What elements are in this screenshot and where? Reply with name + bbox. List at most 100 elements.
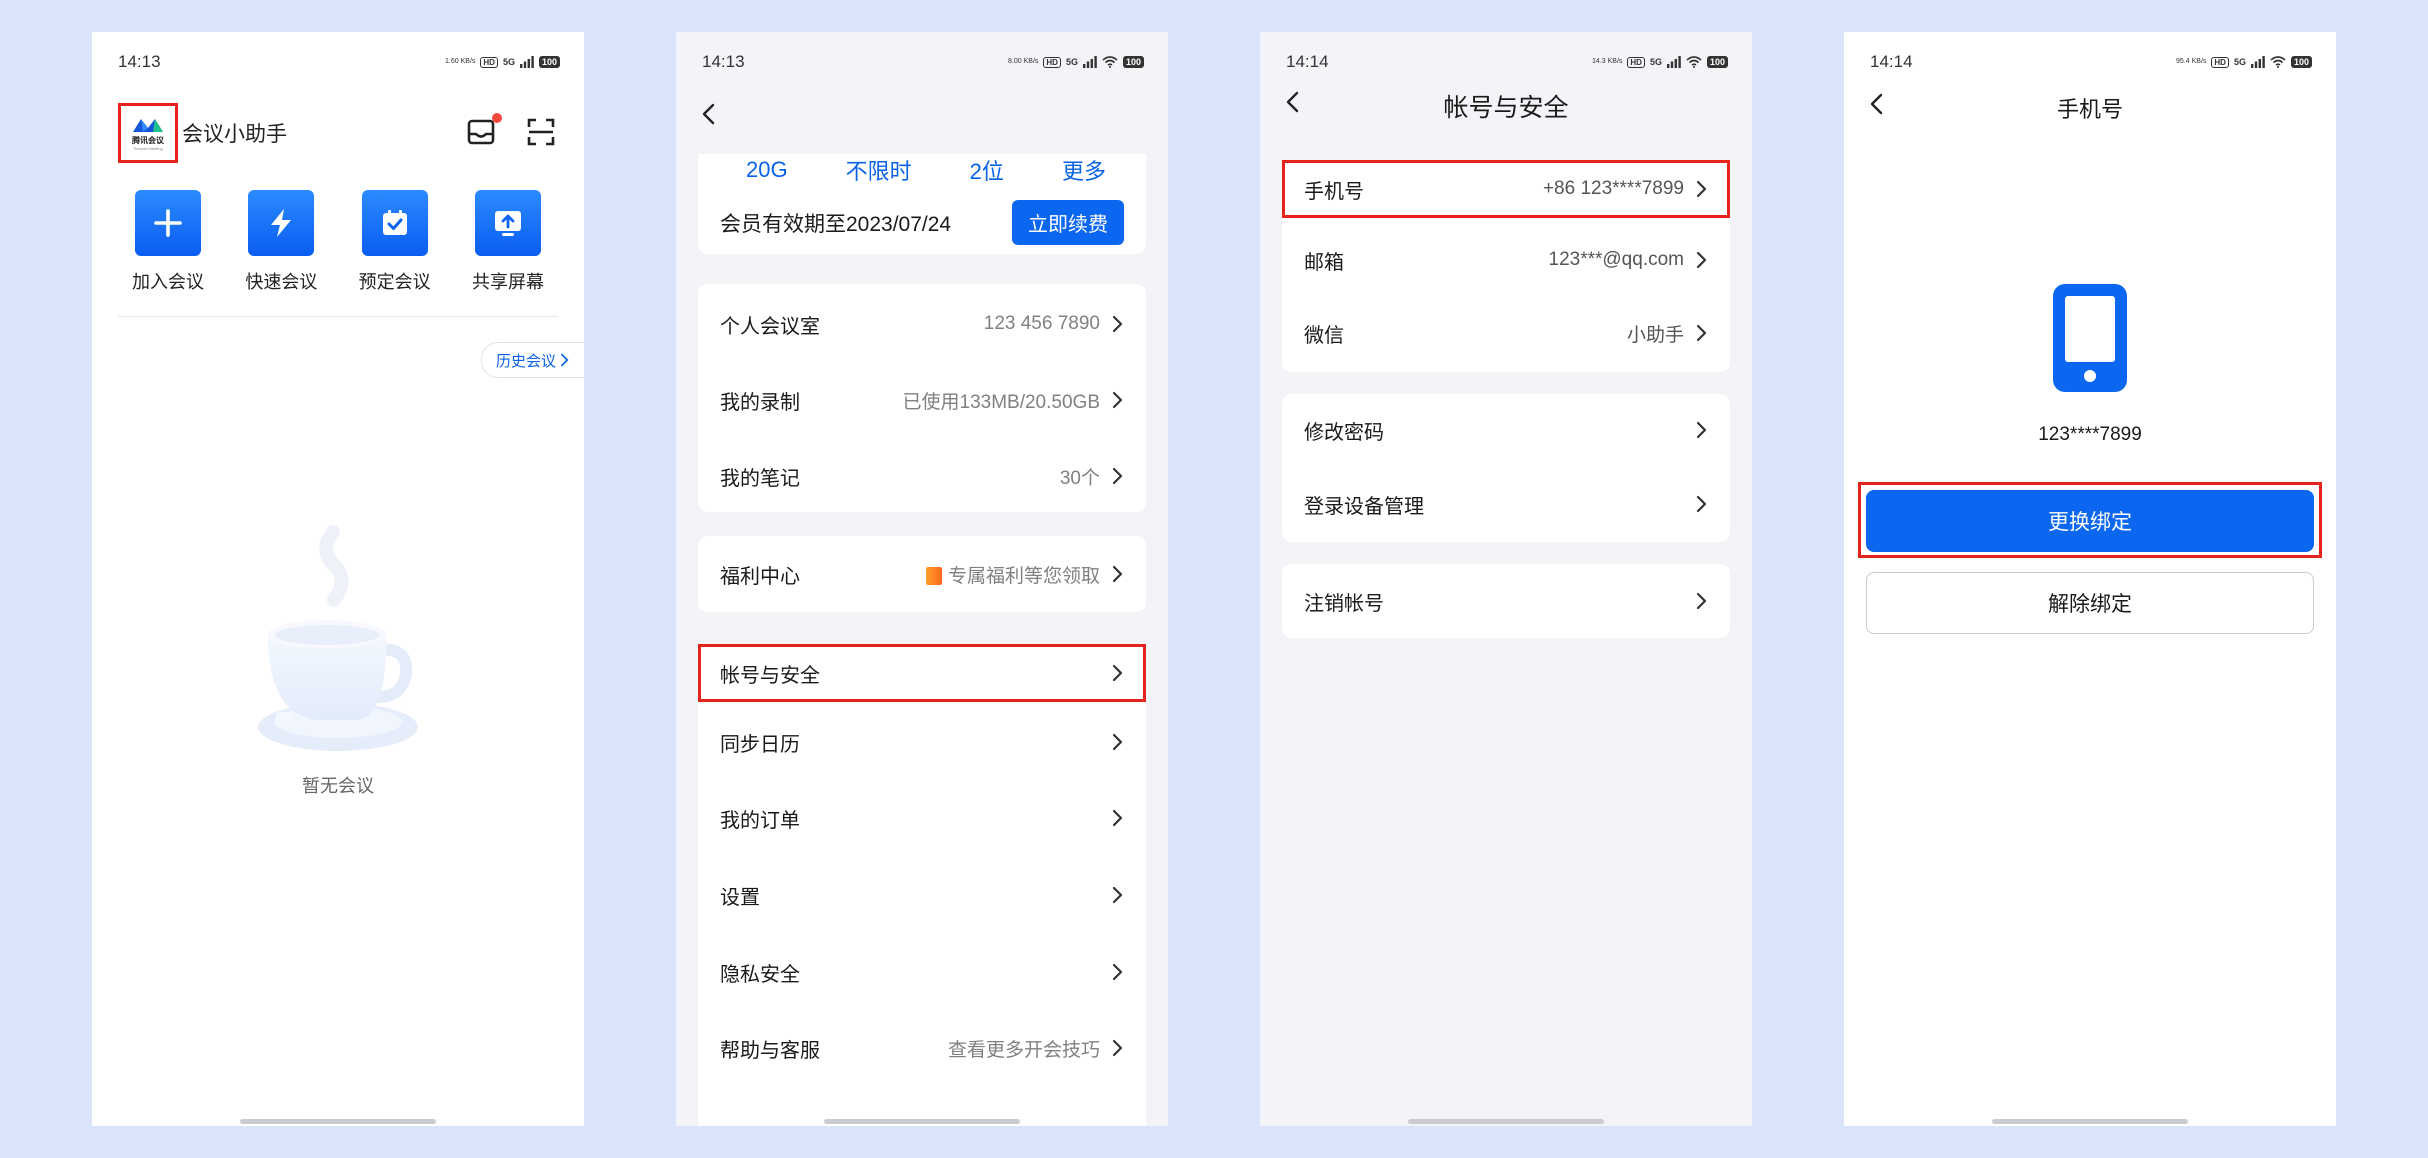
vip-stat-storage: 20G (746, 157, 788, 182)
row-value: 123 456 7890 (983, 313, 1100, 334)
status-time: 14:13 (702, 52, 745, 71)
chevron-right-icon (1696, 495, 1708, 513)
empty-coffee-cup-illustration (258, 525, 418, 751)
meeting-assets-card: 个人会议室 123 456 7890 我的录制 已使用133MB/20.50GB… (698, 284, 1146, 512)
benefits-center-row[interactable]: 福利中心 专属福利等您领取 (698, 538, 1146, 610)
row-value: 123***@qq.com (1548, 249, 1684, 270)
chevron-right-icon (1696, 251, 1708, 269)
wechat-row[interactable]: 微信 小助手 (1282, 297, 1730, 369)
unbind-button[interactable]: 解除绑定 (1866, 572, 2314, 634)
status-bar: 14:14 95.4 KB/s HD 5G 100 (1870, 48, 2312, 76)
profile-screen: 14:13 8.00 KB/s HD 5G 100 20G 不限时 2位 更多 … (676, 32, 1168, 1126)
account-info-card: 手机号 +86 123****7899 邮箱 123***@qq.com 微信 … (1282, 160, 1730, 372)
vip-stat-more[interactable]: 更多 (1062, 154, 1106, 186)
my-orders-row[interactable]: 我的订单 (698, 782, 1146, 854)
change-password-row[interactable]: 修改密码 (1282, 394, 1730, 466)
wifi-icon (2270, 56, 2286, 68)
chevron-right-icon (1112, 809, 1124, 827)
status-icons: 14.3 KB/s HD 5G 100 (1592, 56, 1728, 68)
status-bar: 14:14 14.3 KB/s HD 5G 100 (1286, 48, 1728, 76)
calendar-check-icon (361, 190, 428, 256)
chevron-right-icon (1112, 467, 1124, 485)
settings-row[interactable]: 设置 (698, 859, 1146, 931)
schedule-meeting-button[interactable]: 预定会议 (345, 190, 445, 294)
home-indicator (1408, 1119, 1604, 1124)
join-meeting-button[interactable]: 加入会议 (118, 190, 218, 294)
settings-card: 帐号与安全 同步日历 我的订单 设置 隐私安全 帮助与客服 查看更多开会技巧 (698, 644, 1146, 1126)
personal-room-row[interactable]: 个人会议室 123 456 7890 (698, 288, 1146, 360)
row-value: 专属福利等您领取 (925, 561, 1100, 588)
renew-button[interactable]: 立即续费 (1012, 200, 1124, 245)
inbox-button[interactable] (466, 113, 502, 149)
chevron-right-icon (1696, 592, 1708, 610)
row-label: 邮箱 (1304, 251, 1344, 274)
battery-icon: 100 (2290, 56, 2312, 68)
phone-number-row[interactable]: 手机号 +86 123****7899 (1282, 160, 1730, 218)
quick-action-label: 加入会议 (132, 272, 204, 292)
home-header: 腾讯会议 Tencent Meeting 会议小助手 (118, 102, 558, 164)
signal-icon (2251, 56, 2265, 68)
privacy-row[interactable]: 隐私安全 (698, 936, 1146, 1008)
row-label: 微信 (1304, 324, 1344, 347)
help-row[interactable]: 帮助与客服 查看更多开会技巧 (698, 1012, 1146, 1084)
back-button[interactable] (698, 102, 722, 126)
status-icons: 8.00 KB/s HD 5G 100 (1008, 56, 1144, 68)
benefits-text: 专属福利等您领取 (947, 565, 1100, 587)
quick-action-label: 预定会议 (358, 272, 431, 292)
scan-button[interactable] (526, 117, 558, 149)
home-indicator (240, 1119, 436, 1124)
battery-icon: 100 (1122, 56, 1144, 68)
logo-icon (133, 118, 163, 132)
status-time: 14:14 (1870, 52, 1913, 71)
row-label: 我的笔记 (720, 467, 800, 490)
network-5g-label: 5G (1065, 57, 1078, 67)
history-meetings-button[interactable]: 历史会议 (480, 342, 584, 378)
network-5g-label: 5G (2233, 57, 2246, 67)
share-screen-button[interactable]: 共享屏幕 (458, 190, 558, 294)
mobile-phone-icon (2053, 284, 2127, 392)
row-label: 设置 (720, 886, 760, 909)
status-time: 14:13 (118, 52, 161, 71)
quick-meeting-button[interactable]: 快速会议 (231, 190, 331, 294)
chevron-right-icon (561, 353, 569, 367)
row-label: 我的录制 (720, 391, 800, 414)
chevron-right-icon (1696, 180, 1708, 198)
row-label: 帮助与客服 (720, 1039, 820, 1062)
battery-icon: 100 (538, 56, 560, 68)
my-notes-row[interactable]: 我的笔记 30个 (698, 440, 1146, 512)
vip-expiry-row: 会员有效期至2023/07/24 立即续费 (720, 200, 1124, 245)
quick-actions: 加入会议 快速会议 预定会议 共享屏幕 (118, 190, 558, 294)
email-row[interactable]: 邮箱 123***@qq.com (1282, 224, 1730, 296)
home-indicator (1992, 1119, 2188, 1124)
scan-icon (527, 118, 555, 146)
app-title: 会议小助手 (182, 123, 287, 146)
account-security-row[interactable]: 帐号与安全 (698, 644, 1146, 702)
row-label: 帐号与安全 (720, 664, 820, 687)
row-value: 30个 (1059, 467, 1100, 489)
notification-dot (492, 113, 502, 123)
tencent-meeting-logo[interactable]: 腾讯会议 Tencent Meeting (118, 103, 178, 163)
chevron-right-icon (1112, 886, 1124, 904)
sync-calendar-row[interactable]: 同步日历 (698, 706, 1146, 778)
plus-icon (135, 190, 201, 256)
change-binding-button[interactable]: 更换绑定 (1866, 490, 2314, 552)
network-5g-label: 5G (502, 57, 515, 67)
inbox-icon (467, 119, 495, 145)
row-value: +86 123****7899 (1542, 178, 1684, 199)
hd-icon: HD (2211, 56, 2229, 68)
header-actions (466, 113, 558, 149)
chevron-right-icon (1696, 421, 1708, 439)
phone-number-screen: 14:14 95.4 KB/s HD 5G 100 手机号 123****789… (1844, 32, 2336, 1126)
vip-stat-duration: 不限时 (845, 159, 912, 184)
my-recordings-row[interactable]: 我的录制 已使用133MB/20.50GB (698, 364, 1146, 436)
home-indicator (824, 1119, 1020, 1124)
device-management-row[interactable]: 登录设备管理 (1282, 468, 1730, 540)
chevron-right-icon (1112, 664, 1124, 682)
divider (118, 316, 558, 317)
chevron-right-icon (1112, 315, 1124, 333)
deactivate-account-row[interactable]: 注销帐号 (1282, 565, 1730, 637)
hd-icon: HD (1627, 56, 1645, 68)
signal-icon (1667, 56, 1681, 68)
history-label: 历史会议 (495, 352, 556, 370)
gift-icon (925, 566, 942, 585)
